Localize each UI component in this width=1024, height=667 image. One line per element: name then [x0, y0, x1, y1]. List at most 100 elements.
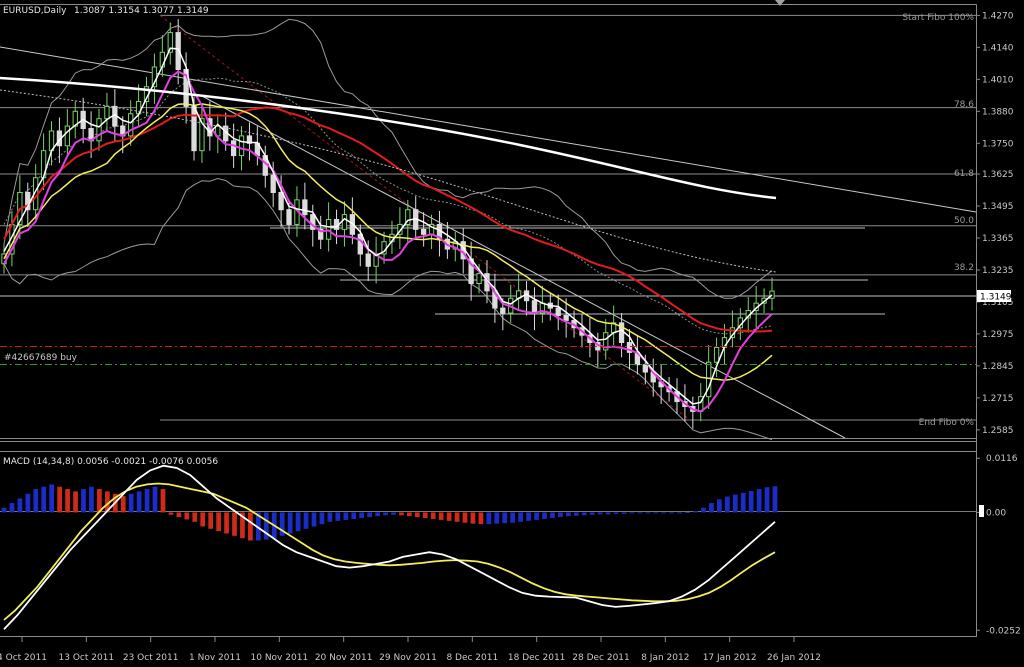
candle-body: [128, 113, 134, 137]
candle-body: [230, 140, 237, 157]
macd-histogram-bar: [534, 512, 539, 520]
macd-histogram-bar: [248, 512, 253, 541]
macd-histogram-bar: [717, 499, 722, 513]
fibo-label-382: 38.2: [954, 263, 974, 273]
price-tick-label: 1.3880: [982, 107, 1014, 117]
price-tick-label: 1.2975: [982, 330, 1014, 340]
macd-histogram-bar: [693, 511, 698, 513]
time-tick-label: 23 Oct 2011: [123, 653, 179, 663]
macd-histogram-bar: [701, 507, 706, 513]
macd-histogram-bar: [359, 512, 365, 519]
macd-histogram-bar: [136, 491, 142, 513]
order-label: #42667689 buy: [4, 353, 78, 363]
fibo-label-0: End Fibo 0%: [919, 418, 975, 428]
macd-histogram-bar: [756, 489, 762, 513]
candle-body: [476, 273, 482, 284]
macd-histogram-bar: [709, 503, 714, 513]
macd-histogram-bar: [486, 512, 492, 525]
fibo-label-618: 61.8: [954, 169, 974, 179]
current-price-tag: 1.3149: [977, 290, 1012, 303]
macd-histogram-bar: [311, 512, 317, 527]
candle-body: [325, 219, 332, 240]
macd-histogram-bar: [565, 512, 571, 517]
macd-histogram-bar: [208, 512, 214, 529]
candle-body: [191, 105, 197, 152]
candle-body: [341, 214, 348, 230]
macd-histogram-bar: [200, 512, 206, 527]
macd-histogram-bar: [232, 512, 237, 536]
macd-histogram-bar: [645, 512, 651, 514]
macd-histogram-bar: [57, 486, 62, 513]
time-tick-label: 4 Oct 2011: [0, 653, 47, 663]
price-tick-label: 1.4270: [982, 11, 1014, 21]
time-tick-label: 18 Dec 2011: [508, 653, 566, 663]
time-tick-label: 29 Nov 2011: [379, 653, 437, 663]
macd-histogram-bar: [764, 487, 770, 513]
macd-histogram-bar: [367, 512, 372, 518]
macd-histogram-bar: [438, 512, 444, 520]
macd-histogram-bar: [152, 486, 158, 513]
macd-histogram-bar: [629, 512, 635, 514]
time-tick-label: 10 Nov 2011: [251, 653, 309, 663]
macd-histogram-bar: [399, 512, 404, 516]
macd-tick-label: 0.0116: [986, 454, 1018, 464]
macd-histogram-bar: [287, 512, 293, 534]
macd-histogram-bar: [414, 512, 420, 518]
macd-header: MACD (14,34,8) 0.0056 -0.0021 -0.0076 0.…: [3, 457, 218, 467]
macd-histogram-bar: [73, 491, 78, 513]
macd-histogram-bar: [375, 512, 380, 517]
macd-histogram-bar: [168, 512, 174, 515]
time-tick-label: 13 Oct 2011: [59, 653, 115, 663]
price-tick-label: 1.2585: [982, 426, 1014, 436]
macd-histogram-bar: [343, 512, 349, 520]
macd-histogram-bar: [120, 496, 126, 513]
macd-histogram-bar: [637, 512, 643, 514]
candle-body: [104, 105, 110, 120]
candle-body: [420, 228, 427, 235]
macd-histogram-bar: [669, 512, 675, 514]
macd-histogram-bar: [581, 512, 587, 516]
macd-histogram-bar: [41, 486, 47, 513]
macd-histogram-bar: [446, 512, 452, 521]
macd-histogram-bar: [128, 493, 134, 513]
macd-histogram-bar: [89, 486, 94, 513]
macd-histogram-bar: [49, 484, 55, 513]
macd-histogram-bar: [740, 492, 746, 513]
macd-histogram-bar: [33, 489, 39, 513]
macd-histogram-bar: [327, 512, 333, 522]
candle-body: [357, 233, 363, 255]
candle-body: [96, 118, 102, 142]
fibo-label-500: 50.0: [954, 216, 974, 226]
macd-histogram-bar: [597, 512, 603, 515]
macd-histogram-bar: [160, 489, 166, 513]
macd-histogram-bar: [748, 490, 754, 513]
macd-histogram-bar: [518, 512, 524, 522]
chart-header-ohlc: 1.3087 1.3154 1.3077 1.3149: [74, 6, 209, 16]
macd-histogram-bar: [224, 512, 229, 534]
macd-histogram-bar: [9, 503, 15, 513]
price-tick-label: 1.2715: [982, 394, 1014, 404]
macd-histogram-bar: [65, 489, 70, 513]
time-tick-label: 8 Jan 2012: [641, 653, 689, 663]
candle-body: [563, 314, 569, 321]
macd-histogram-bar: [724, 496, 730, 513]
macd-histogram-bar: [295, 512, 301, 532]
time-tick-label: 28 Dec 2011: [572, 653, 630, 663]
candle-body: [286, 209, 292, 225]
macd-histogram-bar: [558, 512, 563, 518]
price-tick-label: 1.3750: [982, 139, 1014, 149]
macd-tick-label: -0.0252: [986, 626, 1021, 636]
macd-histogram-bar: [589, 512, 595, 515]
macd-histogram-bar: [478, 512, 484, 525]
macd-tick-label: 0.00: [986, 508, 1006, 518]
candle-body: [500, 307, 506, 314]
chart-canvas[interactable]: 0.0116 0.00 -0.0252 1.4270 1.4140 1.4010 1.38…: [0, 0, 1024, 667]
macd-histogram-bar: [732, 494, 738, 513]
chart-header-symbol: EURUSD,Daily: [3, 6, 67, 16]
macd-histogram-bar: [621, 512, 627, 514]
macd-histogram-bar: [192, 512, 198, 522]
macd-histogram-bar: [319, 512, 325, 525]
price-tick-label: 1.3495: [982, 202, 1014, 212]
candle-body: [302, 199, 308, 216]
macd-histogram-bar: [430, 512, 436, 519]
